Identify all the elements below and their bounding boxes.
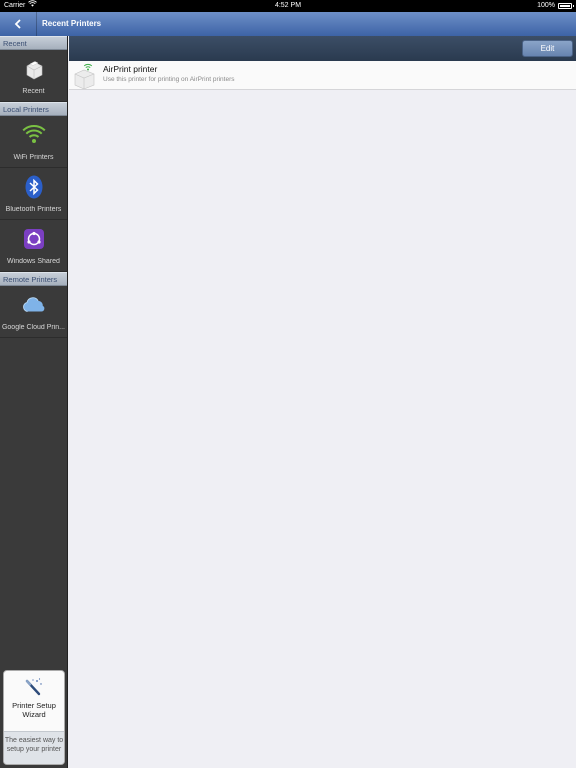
main-content: Edit AirPrint printer Use this printer f… bbox=[69, 36, 576, 768]
sidebar-item-label: Windows Shared bbox=[7, 258, 60, 265]
wizard-subtitle: The easiest way to setup your printer bbox=[4, 731, 64, 764]
edit-button[interactable]: Edit bbox=[522, 40, 573, 57]
navigation-bar: Recent Printers bbox=[0, 12, 576, 36]
section-header-remote: Remote Printers bbox=[0, 272, 67, 286]
wizard-header: Printer Setup Wizard bbox=[4, 671, 64, 731]
wizard-title: Printer Setup Wizard bbox=[12, 701, 56, 719]
status-time: 4:52 PM bbox=[274, 2, 302, 9]
sidebar-item-wifi[interactable]: WiFi Printers bbox=[0, 116, 67, 168]
nav-divider bbox=[36, 12, 37, 36]
chevron-left-icon bbox=[14, 19, 21, 29]
page-title: Recent Printers bbox=[42, 19, 102, 28]
magic-wand-icon bbox=[25, 678, 42, 696]
sidebar-item-label: Bluetooth Printers bbox=[5, 206, 62, 213]
sidebar-item-label: WiFi Printers bbox=[13, 154, 54, 161]
bluetooth-icon bbox=[21, 174, 47, 200]
cloud-icon bbox=[21, 292, 47, 318]
airprint-printer-icon bbox=[73, 63, 95, 90]
status-bar: Carrier 4:52 PM 100% bbox=[0, 0, 576, 12]
printer-description: Use this printer for printing on AirPrin… bbox=[103, 76, 235, 83]
battery-icon bbox=[558, 3, 574, 9]
section-header-recent: Recent bbox=[0, 36, 67, 50]
printer-name: AirPrint printer bbox=[103, 64, 158, 74]
wifi-icon bbox=[21, 122, 47, 148]
back-button[interactable] bbox=[0, 12, 36, 36]
list-item[interactable]: AirPrint printer Use this printer for pr… bbox=[69, 61, 576, 90]
toolbar: Edit bbox=[69, 36, 576, 61]
sidebar-item-bluetooth[interactable]: Bluetooth Printers bbox=[0, 168, 67, 220]
printer-icon bbox=[21, 56, 47, 82]
sidebar-item-label: Google Cloud Prin... bbox=[1, 324, 66, 331]
sidebar-item-label: Recent bbox=[22, 88, 45, 95]
status-right: 100% bbox=[537, 0, 574, 12]
sidebar: Recent Recent Local Printers WiFi Printe… bbox=[0, 36, 68, 768]
sidebar-item-recent[interactable]: Recent bbox=[0, 50, 67, 102]
printer-setup-wizard-button[interactable]: Printer Setup Wizard The easiest way to … bbox=[3, 670, 65, 765]
sidebar-item-windows-shared[interactable]: Windows Shared bbox=[0, 220, 67, 272]
windows-shared-icon bbox=[21, 226, 47, 252]
sidebar-item-google-cloud[interactable]: Google Cloud Prin... bbox=[0, 286, 67, 338]
battery-percent: 100% bbox=[537, 2, 555, 9]
section-header-local: Local Printers bbox=[0, 102, 67, 116]
